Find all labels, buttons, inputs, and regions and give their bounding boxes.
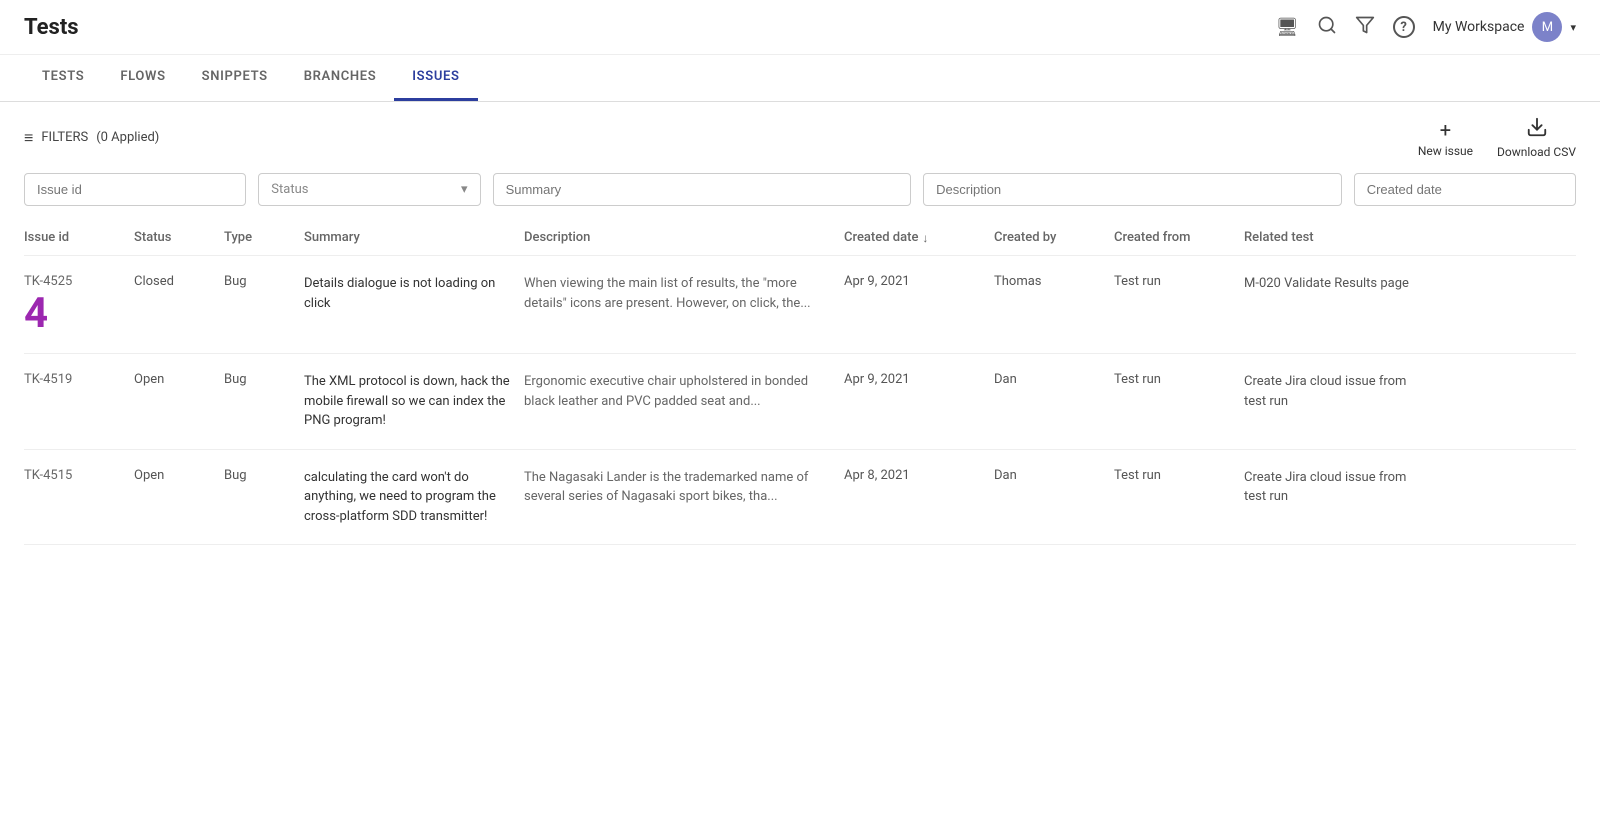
workspace-label: My Workspace xyxy=(1433,19,1525,35)
toolbar-actions: + New issue Download CSV xyxy=(1418,116,1576,159)
issue-id-input[interactable] xyxy=(24,173,246,206)
issue-id-large-0: 4 xyxy=(24,293,124,335)
cell-description-2: The Nagasaki Lander is the trademarked n… xyxy=(524,468,844,507)
table-row[interactable]: TK-4515 Open Bug calculating the card wo… xyxy=(24,450,1576,546)
cell-id-0: TK-4525 4 xyxy=(24,274,134,335)
col-issue-id: Issue id xyxy=(24,230,134,245)
cell-date-1: Apr 9, 2021 xyxy=(844,372,994,387)
tab-issues[interactable]: ISSUES xyxy=(394,55,477,101)
download-csv-button[interactable]: Download CSV xyxy=(1497,116,1576,159)
cell-related-0: M-020 Validate Results page xyxy=(1244,274,1424,294)
nav-tabs: TESTS FLOWS SNIPPETS BRANCHES ISSUES xyxy=(0,55,1600,102)
cell-from-0: Test run xyxy=(1114,274,1244,289)
page-title: Tests xyxy=(24,15,79,40)
status-placeholder: Status xyxy=(271,182,308,197)
header-actions: 🖥 ? My Workspace M ▾ xyxy=(1276,12,1576,42)
cell-date-2: Apr 8, 2021 xyxy=(844,468,994,483)
cell-by-1: Dan xyxy=(994,372,1114,387)
filter-count: (0 Applied) xyxy=(96,130,159,145)
cell-description-0: When viewing the main list of results, t… xyxy=(524,274,844,313)
tab-tests[interactable]: TESTS xyxy=(24,55,102,101)
cell-type-2: Bug xyxy=(224,468,304,483)
cell-id-2: TK-4515 xyxy=(24,468,134,483)
col-type: Type xyxy=(224,230,304,245)
help-icon[interactable]: ? xyxy=(1393,16,1415,38)
cell-by-2: Dan xyxy=(994,468,1114,483)
issue-id-text-0: TK-4525 xyxy=(24,274,124,289)
created-date-input[interactable] xyxy=(1354,173,1576,206)
cell-summary-1: The XML protocol is down, hack the mobil… xyxy=(304,372,524,431)
filters-button[interactable]: ≡ FILTERS (0 Applied) xyxy=(24,128,159,148)
cell-related-1: Create Jira cloud issue from test run xyxy=(1244,372,1424,411)
cell-summary-2: calculating the card won't do anything, … xyxy=(304,468,524,527)
cell-id-1: TK-4519 xyxy=(24,372,134,387)
description-input[interactable] xyxy=(923,173,1342,206)
tab-flows[interactable]: FLOWS xyxy=(102,55,183,101)
cell-status-1: Open xyxy=(134,372,224,387)
cell-type-0: Bug xyxy=(224,274,304,289)
col-created-from: Created from xyxy=(1114,230,1244,245)
new-issue-label: New issue xyxy=(1418,144,1473,158)
download-icon xyxy=(1526,116,1548,143)
monitor-icon[interactable]: 🖥 xyxy=(1276,17,1299,38)
cell-status-2: Open xyxy=(134,468,224,483)
col-summary: Summary xyxy=(304,230,524,245)
table-row[interactable]: TK-4519 Open Bug The XML protocol is dow… xyxy=(24,354,1576,450)
tab-branches[interactable]: BRANCHES xyxy=(286,55,395,101)
cell-related-2: Create Jira cloud issue from test run xyxy=(1244,468,1424,507)
tab-snippets[interactable]: SNIPPETS xyxy=(184,55,286,101)
filter-icon[interactable] xyxy=(1355,15,1375,40)
toolbar: ≡ FILTERS (0 Applied) + New issue Downlo… xyxy=(0,102,1600,173)
cell-from-2: Test run xyxy=(1114,468,1244,483)
status-chevron-icon: ▾ xyxy=(461,182,468,197)
cell-status-0: Closed xyxy=(134,274,224,289)
cell-from-1: Test run xyxy=(1114,372,1244,387)
summary-input[interactable] xyxy=(493,173,912,206)
avatar: M xyxy=(1532,12,1562,42)
col-status: Status xyxy=(134,230,224,245)
cell-type-1: Bug xyxy=(224,372,304,387)
table-header: Issue id Status Type Summary Description… xyxy=(24,220,1576,256)
cell-summary-0: Details dialogue is not loading on click xyxy=(304,274,524,313)
issues-table: Issue id Status Type Summary Description… xyxy=(0,220,1600,545)
plus-icon: + xyxy=(1440,118,1451,142)
issue-id-text-1: TK-4519 xyxy=(24,372,72,387)
search-row: Status ▾ xyxy=(0,173,1600,220)
filter-lines-icon: ≡ xyxy=(24,128,33,148)
filter-label: FILTERS xyxy=(41,130,88,145)
issue-id-text-2: TK-4515 xyxy=(24,468,72,483)
status-select[interactable]: Status ▾ xyxy=(258,173,480,206)
workspace-chevron-icon: ▾ xyxy=(1570,21,1576,34)
cell-by-0: Thomas xyxy=(994,274,1114,289)
col-related-test: Related test xyxy=(1244,230,1424,245)
table-row[interactable]: TK-4525 4 Closed Bug Details dialogue is… xyxy=(24,256,1576,354)
cell-description-1: Ergonomic executive chair upholstered in… xyxy=(524,372,844,411)
header: Tests 🖥 ? My Workspace M ▾ xyxy=(0,0,1600,55)
search-icon[interactable] xyxy=(1317,15,1337,40)
workspace-menu[interactable]: My Workspace M ▾ xyxy=(1433,12,1576,42)
col-created-date[interactable]: Created date ↓ xyxy=(844,230,994,245)
col-description: Description xyxy=(524,230,844,245)
cell-date-0: Apr 9, 2021 xyxy=(844,274,994,289)
col-created-by: Created by xyxy=(994,230,1114,245)
sort-arrow-icon: ↓ xyxy=(922,231,928,245)
new-issue-button[interactable]: + New issue xyxy=(1418,118,1473,158)
download-csv-label: Download CSV xyxy=(1497,145,1576,159)
